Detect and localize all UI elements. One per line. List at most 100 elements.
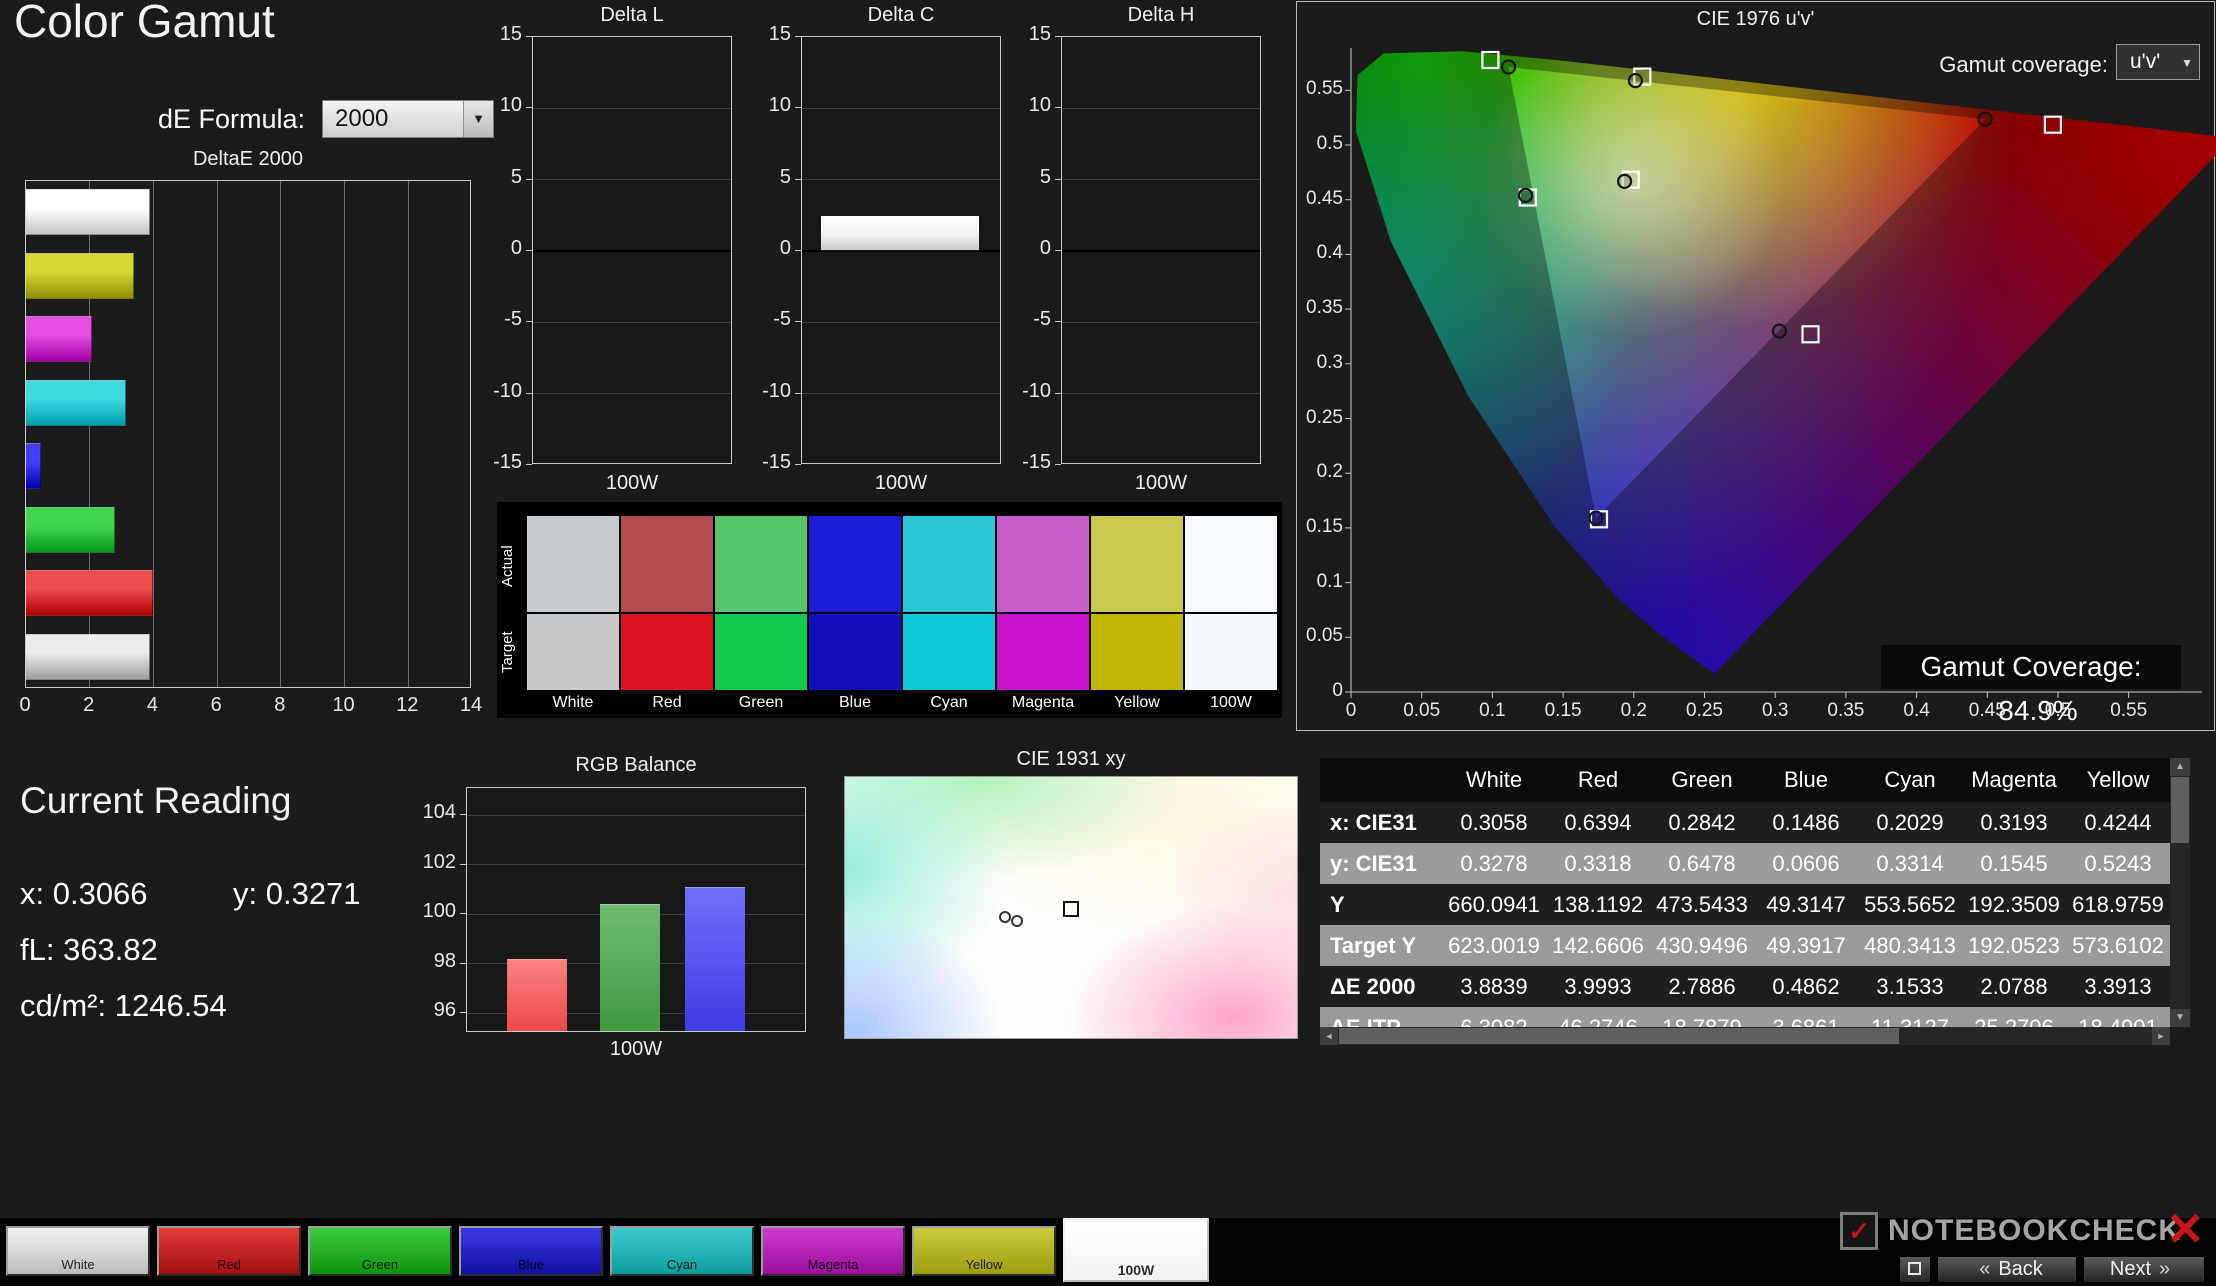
- next-arrow-icon: »: [2159, 1258, 2170, 1280]
- deltae-bar-100w: [26, 634, 150, 680]
- patch-button-cyan[interactable]: Cyan: [610, 1226, 754, 1276]
- table-cell: 0.4862: [1754, 966, 1858, 1007]
- measured-marker-red: [1979, 113, 1992, 126]
- delta-y-tick-label: 5: [1003, 166, 1051, 189]
- window-button[interactable]: [1899, 1256, 1931, 1283]
- delta-chart-title: Delta C: [801, 4, 1001, 27]
- scroll-up-button[interactable]: ▲: [2170, 758, 2190, 776]
- table-header-cell: Yellow: [2066, 758, 2170, 802]
- horizontal-scroll-thumb[interactable]: [1339, 1028, 1899, 1044]
- table-cell: 0.3318: [1546, 843, 1650, 884]
- measured-marker-yellow: [1629, 74, 1642, 87]
- patch-button-magenta[interactable]: Magenta: [761, 1226, 905, 1276]
- cie1931-target-marker: [1063, 901, 1079, 917]
- delta-y-tick-label: -15: [1003, 451, 1051, 474]
- table-row: x: CIE310.30580.63940.28420.14860.20290.…: [1320, 802, 2170, 843]
- deltae-gridline: [217, 181, 218, 687]
- gamut-coverage-mode-dropdown[interactable]: u'v' ▼: [2116, 44, 2200, 80]
- table-vertical-scrollbar[interactable]: ▲▼: [2170, 758, 2190, 1027]
- patch-button-label: Blue: [461, 1257, 601, 1272]
- delta-y-tick-label: 0: [1003, 237, 1051, 260]
- rgb-balance-x-axis-label: 100W: [466, 1038, 806, 1061]
- table-row-label: ΔE 2000: [1320, 966, 1442, 1007]
- delta-y-tick-label: -5: [1003, 308, 1051, 331]
- vertical-scroll-thumb[interactable]: [2171, 777, 2189, 843]
- patch-button-green[interactable]: Green: [308, 1226, 452, 1276]
- table-cell: 0.2029: [1858, 802, 1962, 843]
- delta-gridline: [1062, 108, 1260, 109]
- delta-y-tick: [795, 321, 801, 322]
- table-horizontal-scrollbar[interactable]: ◄►: [1320, 1027, 2170, 1045]
- table-cell: 3.6861: [1754, 1007, 1858, 1027]
- delta-y-tick: [526, 107, 532, 108]
- next-button[interactable]: Next »: [2083, 1256, 2205, 1283]
- table-cell: 18.7879: [1650, 1007, 1754, 1027]
- delta-y-tick: [1055, 321, 1061, 322]
- patch-button-yellow[interactable]: Yellow: [912, 1226, 1056, 1276]
- table-row: ΔE 20003.88393.99932.78860.48623.15332.0…: [1320, 966, 2170, 1007]
- swatch-target-green: [715, 614, 807, 690]
- patch-button-blue[interactable]: Blue: [459, 1226, 603, 1276]
- deltae-bar-blue: [26, 443, 41, 489]
- table-cell: 25.2706: [1962, 1007, 2066, 1027]
- patch-button-100w[interactable]: 100W: [1063, 1218, 1209, 1282]
- cie1931-title: CIE 1931 xy: [844, 748, 1298, 771]
- deltae-gridline: [280, 181, 281, 687]
- delta-y-tick-label: 0: [743, 237, 791, 260]
- delta-y-tick: [526, 464, 532, 465]
- patch-button-white[interactable]: White: [6, 1226, 150, 1276]
- chevron-down-icon: ▼: [2181, 45, 2193, 81]
- cie1976-title: CIE 1976 u'v': [1297, 8, 2214, 31]
- swatch-label: Green: [715, 694, 807, 712]
- table-cell: 192.0523: [1962, 925, 2066, 966]
- rgb-y-tick-label: 96: [408, 999, 456, 1022]
- back-button[interactable]: «Back: [1937, 1256, 2077, 1283]
- swatch-label: Red: [621, 694, 713, 712]
- measured-marker-cyan: [1519, 189, 1532, 202]
- table-cell: 480.3413: [1858, 925, 1962, 966]
- de-formula-dropdown[interactable]: 2000 ▼: [322, 100, 494, 138]
- table-cell: 6.3082: [1442, 1007, 1546, 1027]
- delta-y-tick: [795, 179, 801, 180]
- cie-x-tick-label: 0: [1316, 700, 1386, 722]
- cie-x-tick-label: 0.25: [1670, 700, 1740, 722]
- swatch-row-label: Actual: [499, 520, 523, 612]
- table-cell: 49.3917: [1754, 925, 1858, 966]
- table-cell: 18.4901: [2066, 1007, 2170, 1027]
- cie-y-tick-label: 0.3: [1297, 352, 1343, 374]
- patch-button-red[interactable]: Red: [157, 1226, 301, 1276]
- delta-y-tick: [795, 393, 801, 394]
- swatch-target-100w: [1185, 614, 1277, 690]
- next-button-label: Next: [2110, 1258, 2151, 1280]
- delta-x-axis-label: 100W: [532, 472, 732, 495]
- cie-y-tick-label: 0.5: [1297, 133, 1343, 155]
- rgb-y-tick: [460, 1012, 466, 1013]
- swatch-actual-green: [715, 516, 807, 612]
- deltae-bar-green: [26, 507, 115, 553]
- patch-button-label: Cyan: [612, 1257, 752, 1272]
- delta-chart-plot: [1061, 36, 1261, 464]
- close-icon[interactable]: ✕: [2166, 1202, 2205, 1256]
- scroll-left-button[interactable]: ◄: [1320, 1027, 1338, 1045]
- square-icon: [1908, 1262, 1921, 1275]
- rgb-balance-chart: [466, 787, 806, 1032]
- delta-y-tick-label: -10: [474, 380, 522, 403]
- table-cell: 430.9496: [1650, 925, 1754, 966]
- cie-x-tick-label: 0.55: [2094, 700, 2164, 722]
- cie-y-tick-label: 0.35: [1297, 297, 1343, 319]
- table-cell: 3.1533: [1858, 966, 1962, 1007]
- table-header-cell: [1320, 758, 1442, 802]
- swatch-label: Blue: [809, 694, 901, 712]
- delta-gridline: [1062, 250, 1260, 252]
- table-cell: 0.3193: [1962, 802, 2066, 843]
- deltae-bar-red: [26, 570, 153, 616]
- delta-y-tick-label: -5: [474, 308, 522, 331]
- swatch-actual-blue: [809, 516, 901, 612]
- cie-x-tick-label: 0.45: [1952, 700, 2022, 722]
- table-cell: 0.1545: [1962, 843, 2066, 884]
- scroll-down-button[interactable]: ▼: [2170, 1009, 2190, 1027]
- rgb-bar-blue: [685, 887, 745, 1031]
- patch-button-label: Red: [159, 1257, 299, 1272]
- table-header-cell: Green: [1650, 758, 1754, 802]
- scroll-right-button[interactable]: ►: [2152, 1027, 2170, 1045]
